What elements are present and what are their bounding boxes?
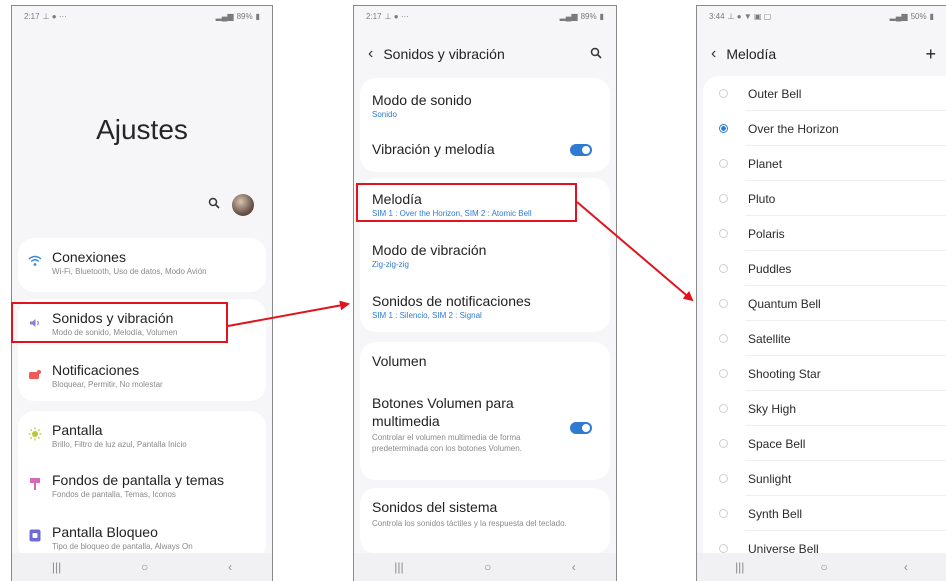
tutorial-arrows [227,201,694,327]
arrow-to-sounds-screen [227,300,350,327]
arrow-to-melody-screen [576,201,694,302]
tutorial-composite: 2:17 ⊥ ● ··· ▂▄▆ 89% ▮ Ajustes Conexiones W… [0,0,946,581]
